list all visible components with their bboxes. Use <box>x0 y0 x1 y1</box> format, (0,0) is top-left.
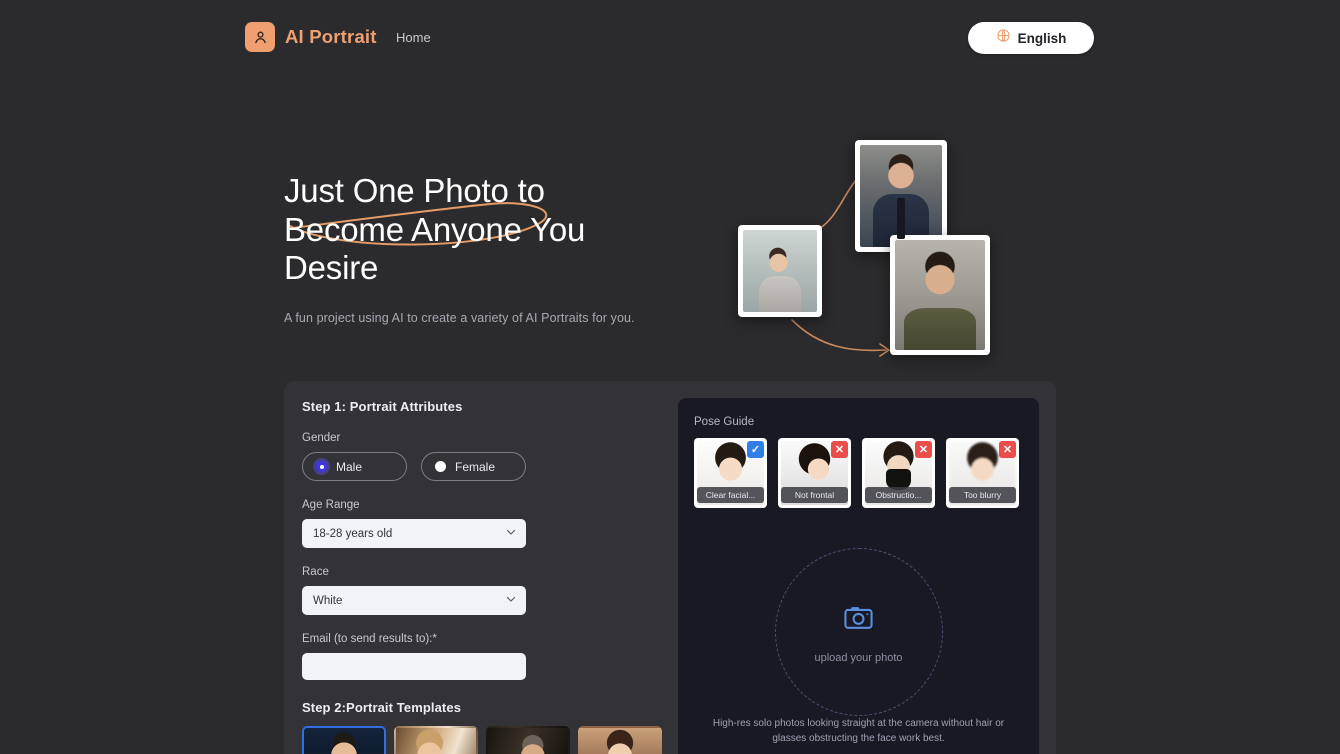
chevron-down-icon <box>505 592 517 610</box>
template-option-4[interactable] <box>578 726 662 754</box>
cross-icon: ✕ <box>915 441 932 458</box>
pose-caption: Obstructio... <box>865 487 932 503</box>
site-header: AI Portrait Home English <box>0 0 1340 76</box>
hero-result-photo-jacket <box>890 235 990 355</box>
email-field[interactable] <box>302 653 526 680</box>
radio-female[interactable] <box>435 461 446 472</box>
gender-option-male[interactable]: Male <box>302 452 407 481</box>
hero-illustration <box>700 120 1040 380</box>
hero-title-line-2: Become Anyone You <box>284 210 586 248</box>
cross-icon: ✕ <box>999 441 1016 458</box>
gender-label: Gender <box>302 432 341 444</box>
race-select[interactable]: White <box>302 586 526 615</box>
pose-guide-item-1[interactable]: ✓ Clear facial... <box>694 438 767 508</box>
hero-title-line-3: Desire <box>284 249 379 286</box>
nav-item-home[interactable]: Home <box>396 30 431 45</box>
pose-guide-list: ✓ Clear facial... ✕ Not frontal ✕ Obstru… <box>694 438 1019 508</box>
attributes-form: Step 1: Portrait Attributes Gender Male … <box>302 399 662 754</box>
brand-logo[interactable]: AI Portrait <box>245 22 377 52</box>
gender-male-label: Male <box>336 459 363 474</box>
language-selector[interactable]: English <box>968 22 1094 54</box>
cross-icon: ✕ <box>831 441 848 458</box>
hero-text-block: Just One Photo to Become Anyone You Desi… <box>284 172 664 288</box>
upload-hint-text: High-res solo photos looking straight at… <box>712 718 1005 744</box>
camera-icon <box>842 601 875 639</box>
template-option-2[interactable] <box>394 726 478 754</box>
photo-upload-dropzone[interactable]: upload your photo <box>774 548 943 716</box>
age-range-select[interactable]: 18-28 years old <box>302 519 526 548</box>
step2-title: Step 2:Portrait Templates <box>302 700 462 715</box>
email-label: Email (to send results to):* <box>302 633 437 645</box>
age-range-value: 18-28 years old <box>313 527 393 540</box>
pose-caption: Clear facial... <box>697 487 764 503</box>
gender-female-label: Female <box>455 459 496 474</box>
template-option-1[interactable] <box>302 726 386 754</box>
age-range-label: Age Range <box>302 499 360 511</box>
globe-icon <box>996 28 1011 48</box>
hero-title-line-1: Just One Photo to <box>284 172 545 209</box>
pose-guide-title: Pose Guide <box>694 416 755 428</box>
gender-options: Male Female <box>302 452 662 481</box>
pose-guide-item-3[interactable]: ✕ Obstructio... <box>862 438 935 508</box>
step1-title: Step 1: Portrait Attributes <box>302 399 463 414</box>
pose-guide-panel: Pose Guide ✓ Clear facial... ✕ Not front… <box>678 398 1039 754</box>
hero-source-photo <box>738 225 822 317</box>
language-label: English <box>1017 30 1067 46</box>
pose-caption: Not frontal <box>781 487 848 503</box>
race-value: White <box>313 594 343 607</box>
pose-caption: Too blurry <box>949 487 1016 503</box>
template-option-3[interactable] <box>486 726 570 754</box>
page-title: Just One Photo to Become Anyone You Desi… <box>284 172 664 288</box>
brand-name: AI Portrait <box>285 26 377 47</box>
radio-male[interactable] <box>316 461 327 472</box>
pose-guide-item-4[interactable]: ✕ Too blurry <box>946 438 1019 508</box>
portrait-templates <box>302 726 662 754</box>
chevron-down-icon <box>505 525 517 543</box>
race-label: Race <box>302 566 329 578</box>
app-root: AI Portrait Home English Just One Photo … <box>0 0 1340 754</box>
hero-subtitle: A fun project using AI to create a varie… <box>284 311 635 325</box>
check-icon: ✓ <box>747 441 764 458</box>
pose-guide-item-2[interactable]: ✕ Not frontal <box>778 438 851 508</box>
person-icon <box>245 22 275 52</box>
upload-label: upload your photo <box>814 651 903 664</box>
gender-option-female[interactable]: Female <box>421 452 526 481</box>
